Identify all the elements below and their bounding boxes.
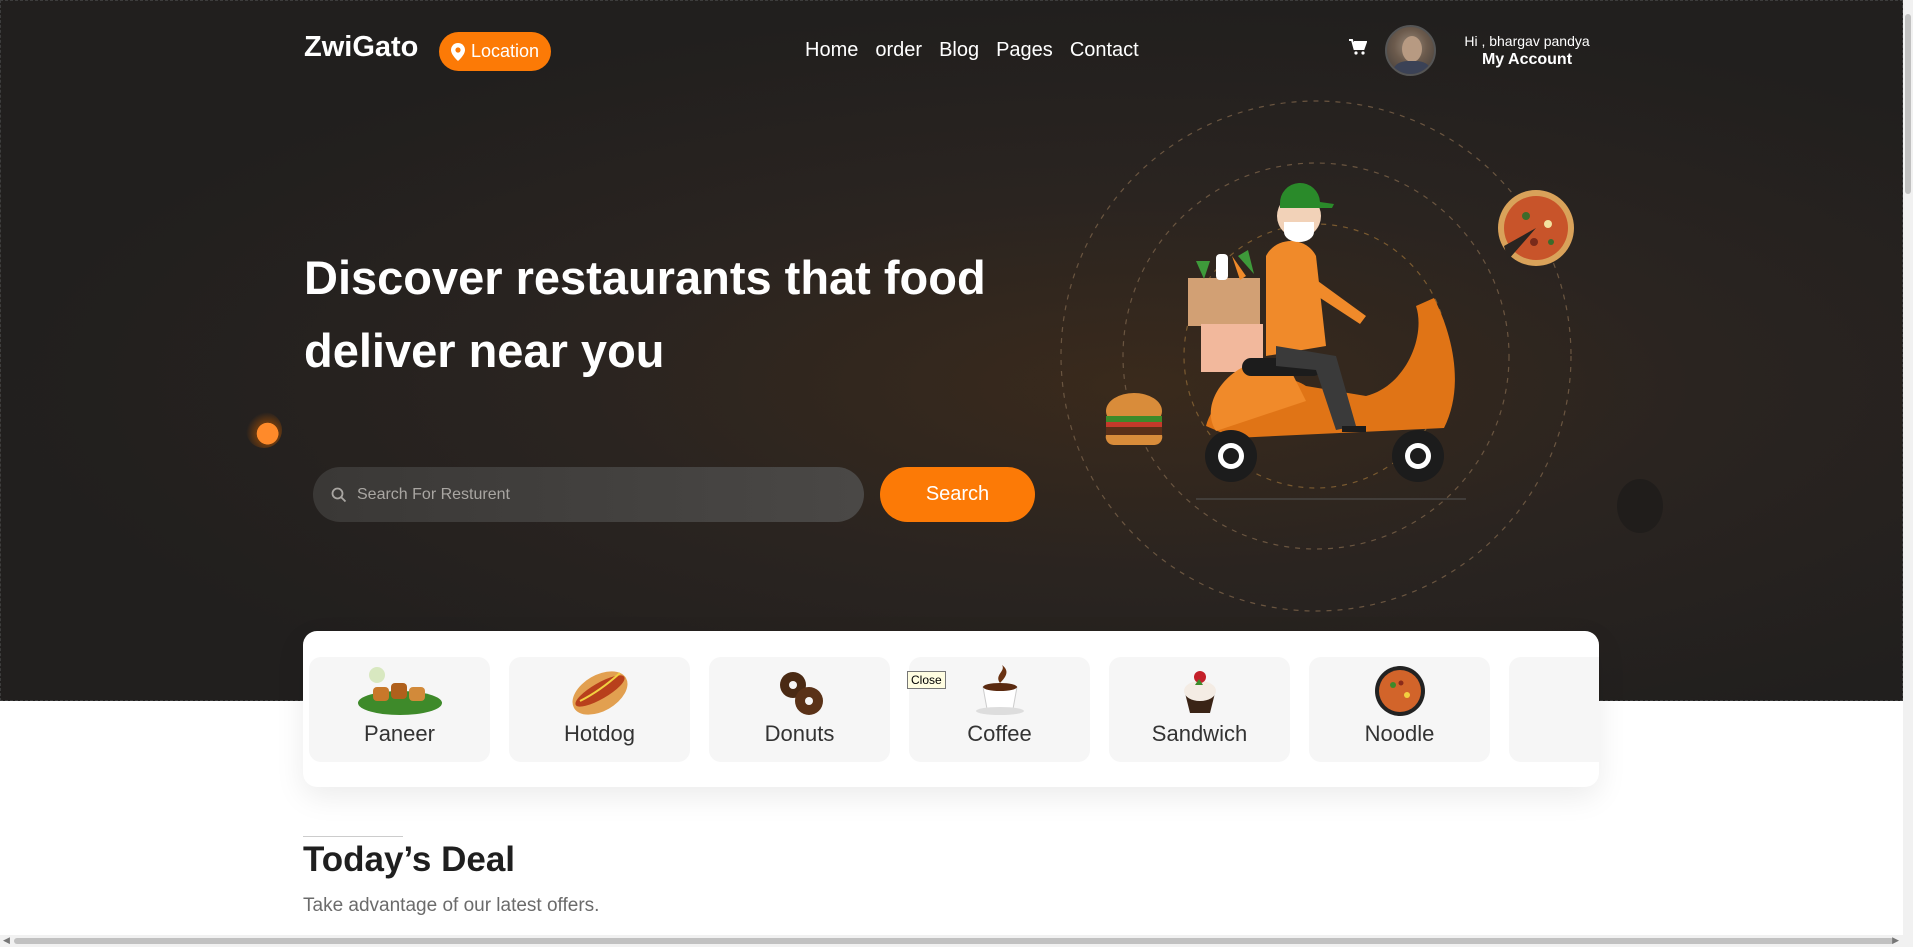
search-icon [331,487,347,502]
scroll-right-icon[interactable]: ▶ [1892,935,1899,946]
category-label: Donuts [764,721,835,746]
main-nav: Home order Blog Pages Contact [805,39,1139,62]
category-label: Paneer [364,721,435,746]
category-carousel: Paneer Hotdog Donuts Coffee Sandwich Noo… [303,631,1599,787]
hotdog-icon [572,671,627,715]
hero-section: ZwiGato Location Home order Blog Pages C… [0,0,1903,701]
scroll-left-icon[interactable]: ◀ [3,935,10,946]
category-label: Coffee [967,721,1032,746]
pasta-icon [1555,663,1600,719]
brand-logo[interactable]: ZwiGato [304,31,418,64]
vertical-scrollbar[interactable] [1903,0,1913,947]
coffee-icon [975,665,1024,715]
nav-blog[interactable]: Blog [939,39,979,62]
horizontal-scroll-thumb[interactable] [14,938,1894,944]
search-button[interactable]: Search [880,467,1035,522]
user-greeting: Hi , bhargav pandya My Account [1457,33,1597,69]
burger-icon [1105,393,1163,446]
section-divider [303,836,403,837]
cupcake-icon [1183,671,1216,713]
pizza-icon [1498,190,1574,266]
search-bar [313,467,864,522]
category-label: Noodle [1364,721,1435,746]
category-noodle[interactable]: Noodle [1309,657,1490,762]
user-avatar[interactable] [1385,25,1436,76]
donut-icon [779,672,823,715]
horizontal-scrollbar[interactable]: ◀ ▶ [0,935,1913,947]
category-label: Hotdog [564,721,635,746]
close-tooltip[interactable]: Close [907,671,946,689]
nav-order[interactable]: order [875,39,922,62]
location-button[interactable]: Location [439,32,551,71]
cart-icon[interactable] [1349,39,1368,60]
greeting-text: Hi , bhargav pandya [1464,33,1590,49]
map-pin-icon [450,42,465,61]
vertical-scroll-thumb[interactable] [1905,14,1911,194]
nav-pages[interactable]: Pages [996,39,1053,62]
search-input[interactable] [357,485,837,504]
paneer-icon [357,667,442,715]
category-sandwich[interactable]: Sandwich [1109,657,1290,762]
deal-title: Today’s Deal [303,840,516,879]
nav-contact[interactable]: Contact [1070,39,1139,62]
noodle-icon [1374,666,1425,716]
my-account-link[interactable]: My Account [1457,51,1597,69]
delivery-scooter-illustration [1060,100,1574,612]
category-partial[interactable]: Pa [1509,657,1599,762]
category-donuts[interactable]: Donuts [709,657,890,762]
decorative-dot [246,412,282,448]
category-label: Sandwich [1151,721,1248,746]
decorative-blob [1617,479,1663,533]
hero-title: Discover restaurants that food deliver n… [304,251,986,377]
category-hotdog[interactable]: Hotdog [509,657,690,762]
category-paneer[interactable]: Paneer [309,657,490,762]
location-label: Location [470,41,540,61]
deal-subtitle: Take advantage of our latest offers. [303,895,600,916]
nav-home[interactable]: Home [805,39,858,62]
